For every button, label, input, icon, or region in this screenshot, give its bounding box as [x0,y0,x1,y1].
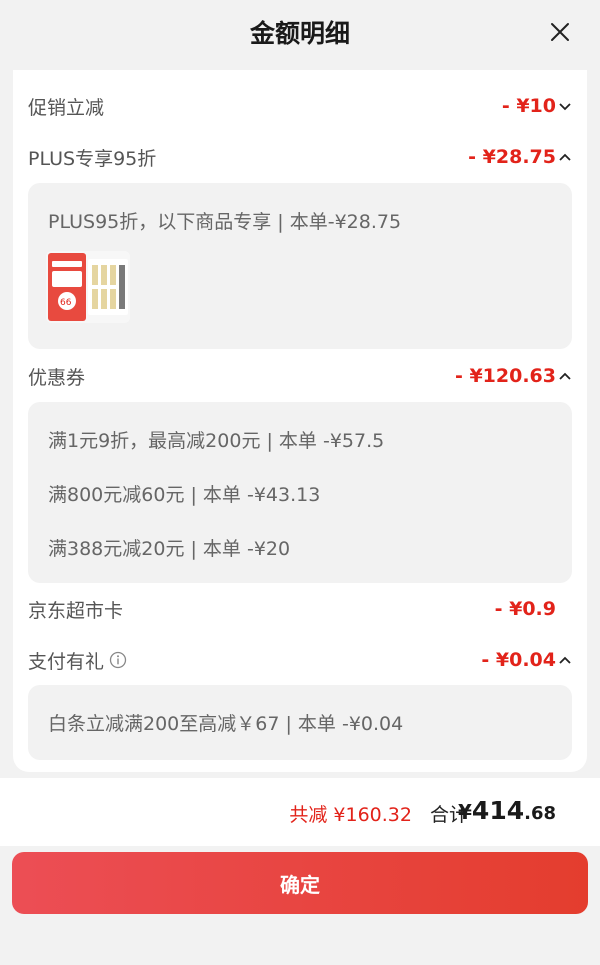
summary-footer: 共减 ¥160.32 合计 ¥414.68 [0,778,600,846]
coupon-label: 优惠券 [28,366,86,389]
total-saved: 共减 ¥160.32 [289,804,412,826]
supermarket-card-row: 京东超市卡 - ¥0.9 [28,591,572,627]
payment-gift-row[interactable]: 支付有礼 - ¥0.04 [28,642,572,678]
total-currency: ¥ [458,800,472,824]
total-decimal: .68 [524,803,556,824]
payment-gift-amount: - ¥0.04 [481,649,572,671]
plus-amount: - ¥28.75 [468,146,572,168]
coupon-line: 满800元减60元 | 本单 -¥43.13 [48,484,321,506]
thumb-badge: 66 [60,298,72,308]
confirm-button[interactable]: 确定 [12,852,588,914]
payment-gift-detail-panel: 白条立减满200至高减￥67 | 本单 -¥0.04 [28,685,572,760]
payment-gift-label-group: 支付有礼 [28,647,127,674]
chevron-up-icon[interactable] [558,369,572,383]
detail-card: 促销立减 - ¥10 PLUS专享95折 - ¥28.75 PLUS95折，以下… [13,70,587,772]
total-integer: 414 [471,796,525,825]
sheet-title: 金额明细 [249,19,350,48]
plus-detail-text: PLUS95折，以下商品专享 | 本单-¥28.75 [48,211,402,233]
promo-amount: - ¥10 [502,95,572,117]
chevron-up-icon[interactable] [558,653,572,667]
plus-detail-panel: PLUS95折，以下商品专享 | 本单-¥28.75 66 [28,183,572,349]
coupon-amount: - ¥120.63 [455,365,572,387]
chevron-up-icon[interactable] [558,150,572,164]
supermarket-card-amount: - ¥0.9 [494,598,556,620]
info-icon[interactable] [109,651,127,669]
plus-label: PLUS专享95折 [28,147,157,170]
close-icon[interactable] [548,20,572,44]
coupon-row[interactable]: 优惠券 - ¥120.63 [28,358,572,394]
product-thumbnail[interactable]: 66 [46,251,130,323]
coupon-detail-panel: 满1元9折，最高减200元 | 本单 -¥57.5 满800元减60元 | 本单… [28,402,572,583]
payment-gift-label: 支付有礼 [28,650,105,673]
payment-gift-detail-text: 白条立减满200至高减￥67 | 本单 -¥0.04 [48,713,404,735]
promo-label: 促销立减 [28,96,105,119]
plus-row[interactable]: PLUS专享95折 - ¥28.75 [28,139,572,175]
total-amount: ¥414.68 [458,796,556,825]
coupon-line: 满1元9折，最高减200元 | 本单 -¥57.5 [48,430,385,452]
coupon-line: 满388元减20元 | 本单 -¥20 [48,538,291,560]
chevron-down-icon[interactable] [558,99,572,113]
supermarket-card-label: 京东超市卡 [28,599,124,622]
promo-row[interactable]: 促销立减 - ¥10 [28,88,572,124]
sheet-header: 金额明细 [0,0,600,70]
